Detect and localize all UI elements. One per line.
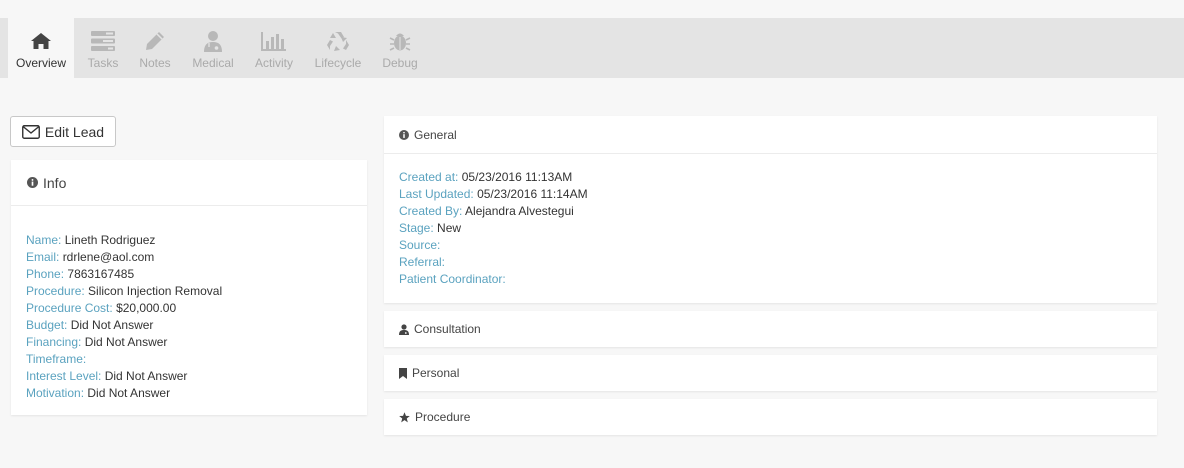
field-value: Silicon Injection Removal [88, 284, 223, 298]
info-title: Info [43, 174, 67, 191]
field-key: Financing: [26, 335, 82, 349]
general-field-created-at: Created at: 05/23/2016 11:13AM [399, 169, 1157, 186]
procedure-panel-header[interactable]: Procedure [384, 399, 1157, 435]
tab-overview[interactable]: Overview [8, 18, 74, 78]
info-icon [27, 177, 38, 188]
personal-title: Personal [412, 366, 460, 380]
field-value: 7863167485 [67, 267, 135, 281]
general-fields: Created at: 05/23/2016 11:13AM Last Upda… [384, 154, 1157, 288]
tasks-icon [91, 31, 115, 51]
tab-label: Overview [15, 56, 66, 70]
general-title: General [414, 127, 457, 142]
field-value: Did Not Answer [84, 335, 168, 349]
info-field-budget: Budget: Did Not Answer [26, 317, 367, 334]
bar-chart-icon [261, 32, 286, 51]
edit-lead-label: Edit Lead [44, 123, 105, 140]
field-key: Name: [26, 233, 62, 247]
field-key: Referral: [399, 255, 446, 269]
general-field-last-updated: Last Updated: 05/23/2016 11:14AM [399, 186, 1157, 203]
general-field-source: Source: [399, 237, 1157, 254]
doctor-icon [204, 31, 222, 52]
tab-notes[interactable]: Notes [134, 18, 176, 78]
info-panel-header: Info [11, 160, 367, 205]
info-field-name: Name: Lineth Rodriguez [26, 232, 367, 249]
field-value: Did Not Answer [104, 369, 188, 383]
consultation-panel[interactable]: Consultation [384, 311, 1157, 347]
field-value: Alejandra Alvestegui [465, 204, 574, 218]
field-value: Lineth Rodriguez [64, 233, 156, 247]
user-md-icon [399, 323, 409, 335]
field-key: Phone: [26, 267, 65, 281]
info-field-interest-level: Interest Level: Did Not Answer [26, 368, 367, 385]
field-value: rdrlene@aol.com [62, 250, 155, 264]
field-value: Did Not Answer [87, 386, 171, 400]
field-key: Procedure: [26, 284, 85, 298]
tab-label: Lifecycle [314, 56, 362, 70]
tab-label: Activity [254, 56, 293, 70]
field-key: Procedure Cost: [26, 301, 113, 315]
info-field-phone: Phone: 7863167485 [26, 266, 367, 283]
info-field-motivation: Motivation: Did Not Answer [26, 385, 367, 402]
general-panel: General Created at: 05/23/2016 11:13AM L… [384, 116, 1157, 303]
tab-tasks[interactable]: Tasks [82, 18, 124, 78]
general-field-patient-coordinator: Patient Coordinator: [399, 271, 1157, 288]
general-field-referral: Referral: [399, 254, 1157, 271]
pencil-icon [146, 32, 164, 50]
personal-panel[interactable]: Personal [384, 355, 1157, 391]
general-field-stage: Stage: New [399, 220, 1157, 237]
field-value: Did Not Answer [70, 318, 154, 332]
field-key: Source: [399, 238, 441, 252]
tab-label: Tasks [87, 56, 119, 70]
consultation-title: Consultation [414, 322, 481, 336]
field-key: Last Updated: [399, 187, 474, 201]
info-fields: Name: Lineth Rodriguez Email: rdrlene@ao… [11, 206, 367, 402]
personal-panel-header[interactable]: Personal [384, 355, 1157, 391]
edit-lead-button[interactable]: Edit Lead [10, 116, 116, 147]
general-panel-header[interactable]: General [384, 116, 1157, 153]
field-value: $20,000.00 [116, 301, 177, 315]
field-key: Motivation: [26, 386, 85, 400]
info-icon [399, 129, 409, 140]
field-key: Timeframe: [26, 352, 87, 366]
info-field-financing: Financing: Did Not Answer [26, 334, 367, 351]
field-value: 05/23/2016 11:14AM [477, 187, 588, 201]
field-key: Budget: [26, 318, 68, 332]
info-field-procedure-cost: Procedure Cost: $20,000.00 [26, 300, 367, 317]
info-field-procedure: Procedure: Silicon Injection Removal [26, 283, 367, 300]
tab-debug[interactable]: Debug [378, 18, 422, 78]
field-value: 05/23/2016 11:13AM [461, 170, 573, 184]
tab-activity[interactable]: Activity [250, 18, 298, 78]
consultation-panel-header[interactable]: Consultation [384, 311, 1157, 347]
envelope-icon [21, 124, 40, 139]
tab-label: Debug [382, 56, 418, 70]
field-key: Interest Level: [26, 369, 102, 383]
field-key: Stage: [399, 221, 434, 235]
info-panel: Info Name: Lineth Rodriguez Email: rdrle… [11, 160, 367, 415]
tab-label: Medical [192, 56, 234, 70]
bug-icon [389, 33, 411, 51]
tab-medical[interactable]: Medical [188, 18, 238, 78]
tab-lifecycle[interactable]: Lifecycle [312, 18, 364, 78]
tab-bar: Overview Tasks Notes Medical Activity Li… [0, 18, 1184, 78]
procedure-title: Procedure [415, 410, 471, 424]
field-key: Email: [26, 250, 60, 264]
bookmark-icon [399, 367, 407, 379]
recycle-icon [327, 32, 349, 51]
home-icon [31, 33, 51, 49]
field-key: Created at: [399, 170, 459, 184]
field-key: Patient Coordinator: [399, 272, 506, 286]
tab-label: Notes [139, 56, 171, 70]
info-field-email: Email: rdrlene@aol.com [26, 249, 367, 266]
procedure-panel[interactable]: Procedure [384, 399, 1157, 435]
field-key: Created By: [399, 204, 463, 218]
info-field-timeframe: Timeframe: [26, 351, 367, 368]
general-field-created-by: Created By: Alejandra Alvestegui [399, 203, 1157, 220]
star-icon [399, 411, 410, 422]
field-value: New [437, 221, 462, 235]
